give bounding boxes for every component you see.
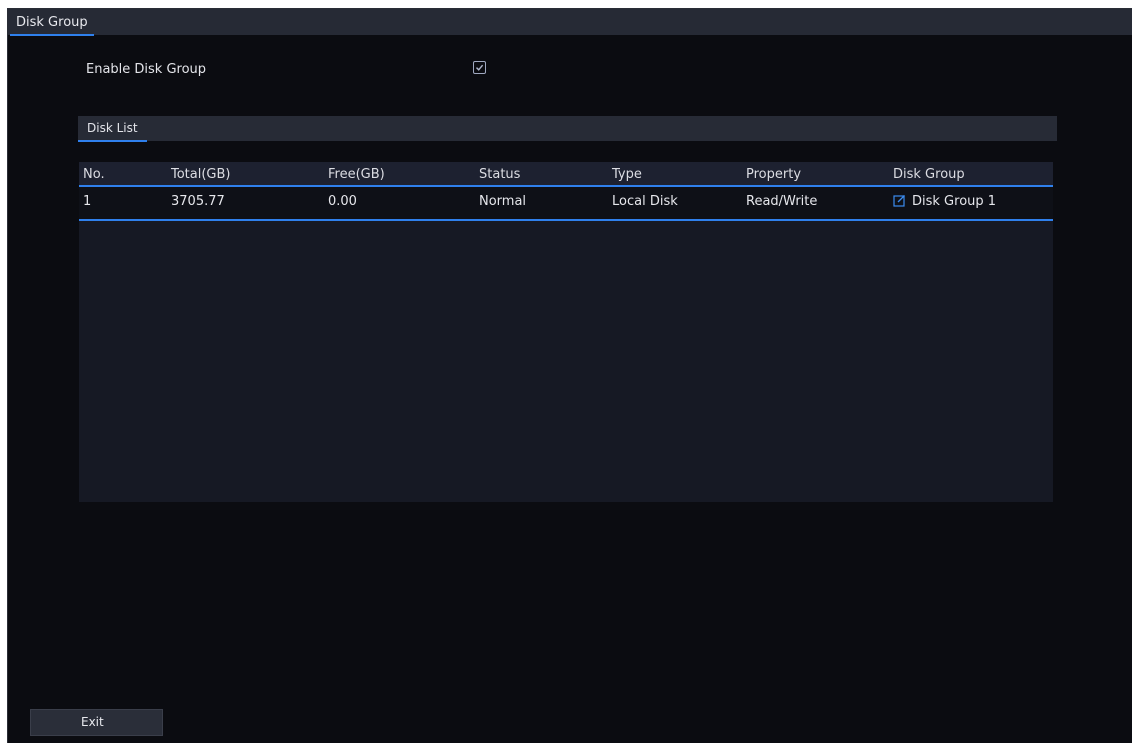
edit-icon[interactable] — [893, 194, 906, 207]
disk-list-table: No. Total(GB) Free(GB) Status Type Prope… — [79, 162, 1053, 502]
cell-free: 0.00 — [328, 194, 357, 209]
column-header-status: Status — [479, 167, 521, 182]
column-header-total: Total(GB) — [171, 167, 231, 182]
column-header-type: Type — [612, 167, 642, 182]
cell-disk-group: Disk Group 1 — [893, 187, 996, 217]
table-header: No. Total(GB) Free(GB) Status Type Prope… — [79, 162, 1053, 187]
cell-status: Normal — [479, 194, 527, 209]
disk-list-section-title: Disk List — [78, 118, 147, 142]
cell-no: 1 — [83, 194, 92, 209]
cell-type: Local Disk — [612, 194, 678, 209]
title-bar: Disk Group — [8, 9, 1132, 36]
disk-list-section-bar: Disk List — [78, 116, 1057, 142]
enable-disk-group-label: Enable Disk Group — [86, 62, 207, 77]
column-header-property: Property — [746, 167, 802, 182]
cell-property: Read/Write — [746, 194, 818, 209]
cell-total: 3705.77 — [171, 194, 225, 209]
page-title[interactable]: Disk Group — [10, 12, 94, 36]
exit-button[interactable]: Exit — [30, 709, 163, 736]
checkmark-icon — [476, 64, 484, 71]
table-row[interactable]: 1 3705.77 0.00 Normal Local Disk Read/Wr… — [79, 187, 1053, 221]
enable-disk-group-checkbox[interactable] — [473, 61, 486, 74]
column-header-free: Free(GB) — [328, 167, 385, 182]
column-header-disk-group: Disk Group — [893, 167, 965, 182]
disk-group-window: Disk Group Enable Disk Group Disk List N… — [7, 8, 1132, 743]
column-header-no: No. — [83, 167, 105, 182]
enable-disk-group-row: Enable Disk Group — [86, 60, 586, 82]
disk-group-value: Disk Group 1 — [912, 194, 997, 209]
